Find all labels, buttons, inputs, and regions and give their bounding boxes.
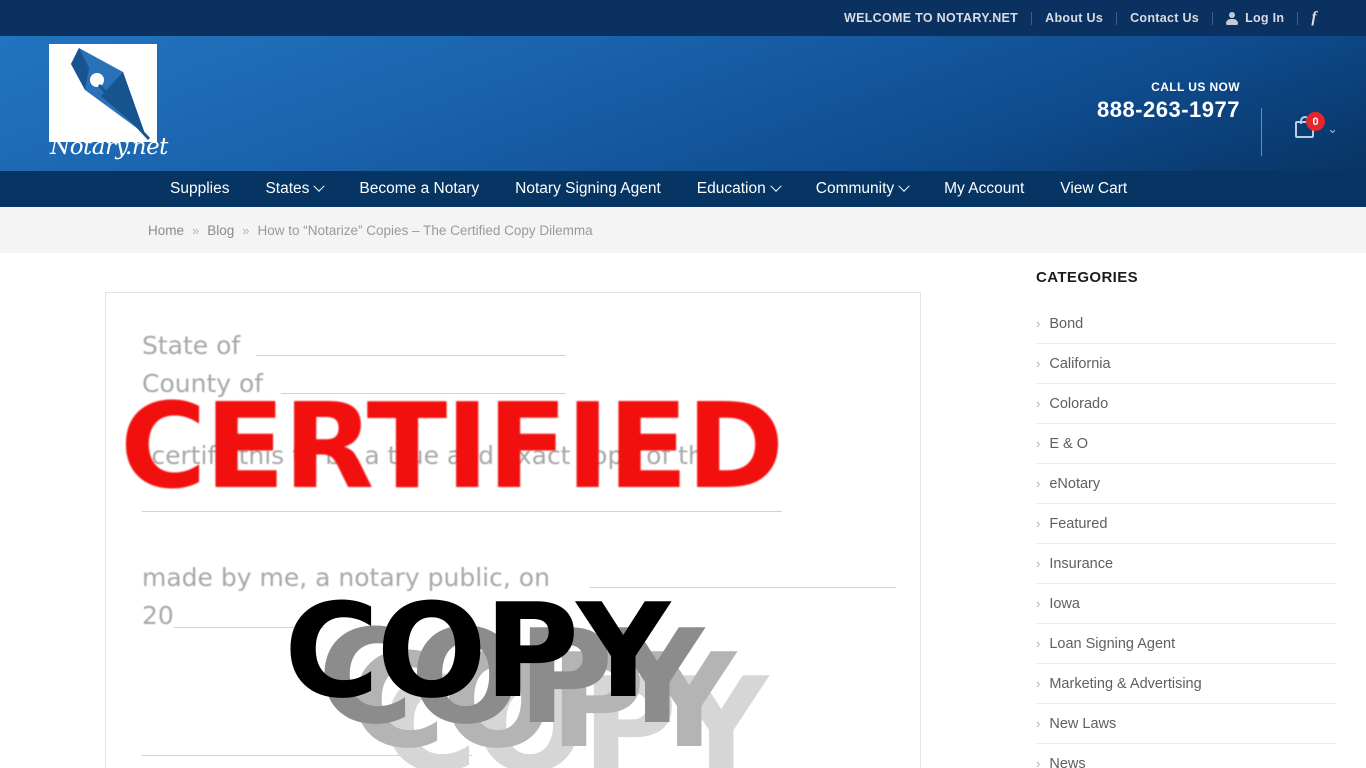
nav-item-my-account[interactable]: My Account — [926, 180, 1042, 198]
category-label: Featured — [1049, 515, 1108, 532]
category-label: Colorado — [1049, 395, 1109, 412]
category-label: News — [1049, 755, 1086, 768]
breadcrumb-separator: » — [242, 222, 250, 238]
category-label: Bond — [1049, 315, 1084, 332]
category-list: › Bond › California › Colorado › E & O ›… — [1036, 304, 1336, 768]
category-label: California — [1049, 355, 1111, 372]
sidebar-heading-categories: CATEGORIES — [1036, 269, 1139, 286]
nav-item-community[interactable]: Community — [798, 180, 926, 198]
chevron-right-icon: › — [1036, 716, 1041, 731]
category-label: Marketing & Advertising — [1049, 675, 1202, 692]
sidebar-item-marketing-advertising[interactable]: › Marketing & Advertising — [1036, 664, 1336, 704]
call-us-label: CALL US NOW — [1151, 80, 1240, 94]
facebook-icon: f — [1311, 9, 1317, 26]
logo-wordmark: Notary.net — [50, 134, 168, 160]
breadcrumb: Home » Blog » How to “Notarize” Copies –… — [0, 207, 1366, 253]
about-us-link[interactable]: About Us — [1032, 11, 1116, 25]
article-body: State of County of I certify this to be … — [0, 253, 1020, 768]
category-label: E & O — [1049, 435, 1089, 452]
shopping-bag-icon[interactable]: 0 — [1295, 112, 1326, 140]
nav-label: Supplies — [170, 180, 230, 197]
breadcrumb-home[interactable]: Home — [148, 223, 184, 238]
chevron-right-icon: › — [1036, 516, 1041, 531]
welcome-text: WELCOME TO NOTARY.NET — [844, 11, 1019, 25]
call-us-block: CALL US NOW 888-263-1977 — [1097, 80, 1240, 123]
sidebar-item-e-and-o[interactable]: › E & O — [1036, 424, 1336, 464]
category-label: Insurance — [1049, 555, 1114, 572]
nav-item-view-cart[interactable]: View Cart — [1042, 180, 1145, 198]
nav-item-notary-signing-agent[interactable]: Notary Signing Agent — [497, 180, 679, 198]
form-line-year: 20 — [142, 601, 174, 630]
nav-label: Education — [696, 180, 766, 197]
chevron-right-icon: › — [1036, 556, 1041, 571]
category-label: Loan Signing Agent — [1049, 635, 1176, 652]
facebook-link[interactable]: f — [1298, 9, 1330, 27]
chevron-down-icon[interactable]: ⌄ — [1327, 122, 1338, 135]
nav-item-become-a-notary[interactable]: Become a Notary — [341, 180, 497, 198]
chevron-right-icon: › — [1036, 316, 1041, 331]
nav-label: View Cart — [1060, 180, 1128, 197]
chevron-right-icon: › — [1036, 436, 1041, 451]
breadcrumb-blog[interactable]: Blog — [207, 223, 234, 238]
chevron-right-icon: › — [1036, 756, 1041, 768]
category-label: New Laws — [1049, 715, 1117, 732]
sidebar-item-loan-signing-agent[interactable]: › Loan Signing Agent — [1036, 624, 1336, 664]
category-label: Iowa — [1049, 595, 1080, 612]
top-utility-bar: WELCOME TO NOTARY.NET About Us Contact U… — [0, 0, 1366, 36]
sidebar-item-insurance[interactable]: › Insurance — [1036, 544, 1336, 584]
sidebar-item-new-laws[interactable]: › New Laws — [1036, 704, 1336, 744]
breadcrumb-separator: » — [192, 222, 200, 238]
nav-label: Community — [815, 180, 895, 197]
sidebar-item-news[interactable]: › News — [1036, 744, 1336, 768]
sidebar: CATEGORIES › Bond › California › Colorad… — [1020, 253, 1366, 768]
sidebar-item-california[interactable]: › California — [1036, 344, 1336, 384]
chevron-right-icon: › — [1036, 476, 1041, 491]
phone-number[interactable]: 888-263-1977 — [1097, 97, 1240, 123]
nav-label: States — [265, 180, 310, 197]
form-line-state: State of — [142, 331, 241, 360]
breadcrumb-current: How to “Notarize” Copies – The Certified… — [257, 222, 593, 238]
nav-item-states[interactable]: States — [247, 180, 341, 198]
page-content: State of County of I certify this to be … — [0, 253, 1366, 768]
nav-label: My Account — [944, 180, 1025, 197]
copy-main: COPY — [284, 575, 670, 727]
category-label: eNotary — [1049, 475, 1101, 492]
chevron-down-icon — [770, 180, 782, 192]
person-icon — [1226, 11, 1239, 25]
site-logo[interactable]: Notary.net — [34, 36, 184, 176]
nav-label: Become a Notary — [359, 180, 480, 197]
sidebar-item-colorado[interactable]: › Colorado — [1036, 384, 1336, 424]
sidebar-item-iowa[interactable]: › Iowa — [1036, 584, 1336, 624]
main-navigation: Supplies States Become a Notary Notary S… — [0, 171, 1366, 207]
chevron-right-icon: › — [1036, 356, 1041, 371]
contact-us-link[interactable]: Contact Us — [1117, 11, 1212, 25]
site-header: Notary.net CALL US NOW 888-263-1977 0 ⌄ — [0, 36, 1366, 171]
chevron-right-icon: › — [1036, 396, 1041, 411]
post-featured-image[interactable]: State of County of I certify this to be … — [105, 292, 921, 768]
chevron-down-icon — [313, 180, 326, 192]
cart-widget[interactable]: 0 ⌄ — [1295, 112, 1338, 140]
nav-label: Notary Signing Agent — [515, 180, 661, 197]
sidebar-item-bond[interactable]: › Bond — [1036, 304, 1336, 344]
form-blank-line — [256, 355, 566, 356]
cart-count-badge: 0 — [1306, 112, 1326, 131]
divider — [1261, 108, 1262, 156]
chevron-right-icon: › — [1036, 636, 1041, 651]
nav-item-supplies[interactable]: Supplies — [152, 180, 247, 198]
chevron-right-icon: › — [1036, 676, 1041, 691]
nav-item-education[interactable]: Education — [679, 180, 798, 198]
login-link[interactable]: Log In — [1213, 11, 1297, 25]
login-label: Log In — [1245, 11, 1285, 25]
sidebar-item-enotary[interactable]: › eNotary — [1036, 464, 1336, 504]
chevron-down-icon — [898, 180, 910, 192]
pen-nib-icon — [71, 48, 151, 141]
sidebar-item-featured[interactable]: › Featured — [1036, 504, 1336, 544]
chevron-right-icon: › — [1036, 596, 1041, 611]
certified-stamp: CERTIFIED — [120, 377, 784, 515]
